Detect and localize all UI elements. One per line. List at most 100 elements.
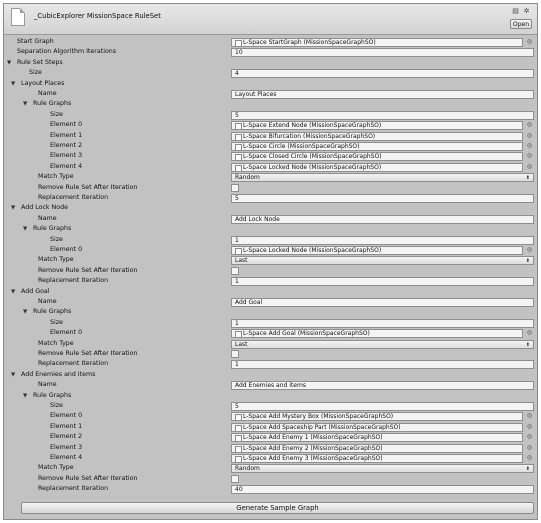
- step-0-name-field[interactable]: Layout Places: [231, 90, 534, 99]
- help-book-icon[interactable]: ▤: [511, 7, 520, 16]
- step-2-rule-graphs-foldout-label[interactable]: Rule Graphs: [33, 307, 71, 317]
- step-3-element-3-field[interactable]: L-Space Add Enemy 2 (MissionSpaceGraphSO…: [231, 443, 523, 453]
- open-button[interactable]: Open: [510, 19, 532, 29]
- step-2-rule-graphs-size-field[interactable]: 1: [231, 318, 534, 328]
- foldout-arrow-icon[interactable]: ▼: [11, 287, 15, 297]
- object-picker-icon[interactable]: ◎: [526, 328, 533, 338]
- step-1-replacement-iteration-label: Replacement Iteration: [38, 277, 109, 285]
- step-3-element-1-field[interactable]: L-Space Add Spaceship Part (MissionSpace…: [231, 422, 523, 432]
- step-1-rule-graphs-size-field[interactable]: 1: [231, 235, 534, 245]
- start-graph-label: Start Graph: [17, 38, 54, 45]
- step-0-element-1-field[interactable]: L-Space Bifurcation (MissionSpaceGraphSO…: [231, 131, 523, 141]
- step-0-match-type-dropdown[interactable]: Random ⬍: [231, 173, 534, 183]
- step-0-element-4-field[interactable]: L-Space Locked Node (MissionSpaceGraphSO…: [231, 162, 523, 172]
- step-1-element-0-field[interactable]: L-Space Locked Node (MissionSpaceGraphSO…: [231, 246, 523, 255]
- step-0-element-3-value: L-Space Closed Circle (MissionSpaceGraph…: [243, 153, 382, 161]
- object-picker-icon[interactable]: ◎: [526, 443, 533, 453]
- step-0-rule-graphs-size-row: Size 5: [4, 110, 537, 120]
- step-0-element-3-field[interactable]: L-Space Closed Circle (MissionSpaceGraph…: [231, 152, 523, 162]
- step-1-rule-graphs-foldout-label[interactable]: Rule Graphs: [33, 224, 71, 234]
- object-picker-icon[interactable]: ◎: [526, 245, 533, 255]
- step-3-match-type-dropdown[interactable]: Random ⬍: [231, 464, 534, 474]
- step-1-name-value: Add Lock Node: [235, 215, 280, 223]
- foldout-arrow-icon[interactable]: ▼: [11, 79, 15, 89]
- step-0-element-4-value: L-Space Locked Node (MissionSpaceGraphSO…: [243, 163, 382, 171]
- step-0-name-value: Layout Places: [235, 91, 277, 98]
- step-0-element-2-field[interactable]: L-Space Circle (MissionSpaceGraphSO): [231, 142, 523, 151]
- step-3-element-0-field[interactable]: L-Space Add Mystery Box (MissionSpaceGra…: [231, 412, 523, 422]
- step-3-rule-graphs-foldout-row: ▼ Rule Graphs: [4, 391, 537, 401]
- step-2-foldout-label[interactable]: Add Goal: [21, 287, 50, 297]
- object-picker-icon[interactable]: ◎: [526, 432, 533, 442]
- step-2-replacement-iteration-value: 1: [235, 361, 239, 369]
- step-1-foldout-label[interactable]: Add Lock Node: [21, 203, 68, 213]
- step-1-name-field[interactable]: Add Lock Node: [231, 214, 534, 224]
- step-3-rule-graphs-foldout-label[interactable]: Rule Graphs: [33, 391, 71, 401]
- step-2-name-field[interactable]: Add Goal: [231, 298, 534, 307]
- foldout-arrow-icon[interactable]: ▼: [23, 224, 27, 234]
- separation-iterations-field[interactable]: 10: [231, 48, 534, 58]
- foldout-arrow-icon[interactable]: ▼: [7, 58, 11, 68]
- inspector-window: _CubicExplorer MissionSpace RuleSet ▤ ✲ …: [3, 3, 538, 520]
- step-1-replacement-iteration-field[interactable]: 1: [231, 277, 534, 287]
- step-0-remove-after-iteration-checkbox[interactable]: [231, 183, 239, 192]
- step-1-match-type-dropdown[interactable]: Last ⬍: [231, 256, 534, 266]
- step-3-name-label: Name: [38, 381, 57, 389]
- step-3-element-2-field[interactable]: L-Space Add Enemy 1 (MissionSpaceGraphSO…: [231, 433, 523, 443]
- step-3-rule-graphs-size-value: 5: [235, 403, 239, 410]
- foldout-arrow-icon[interactable]: ▼: [23, 391, 27, 401]
- rule-set-steps-foldout-label[interactable]: Rule Set Steps: [17, 58, 63, 68]
- settings-gear-icon[interactable]: ✲: [522, 7, 531, 16]
- object-asset-icon: [235, 331, 242, 338]
- step-3-element-4-field[interactable]: L-Space Add Enemy 3 (MissionSpaceGraphSO…: [231, 454, 523, 463]
- object-picker-icon[interactable]: ◎: [526, 151, 533, 161]
- object-picker-icon[interactable]: ◎: [526, 162, 533, 172]
- object-picker-icon[interactable]: ◎: [526, 141, 533, 151]
- foldout-arrow-icon[interactable]: ▼: [11, 203, 15, 213]
- step-2-element-0-field[interactable]: L-Space Add Goal (MissionSpaceGraphSO): [231, 329, 523, 339]
- foldout-arrow-icon[interactable]: ▼: [23, 307, 27, 317]
- object-picker-icon[interactable]: ◎: [526, 411, 533, 421]
- object-picker-icon[interactable]: ◎: [526, 422, 533, 432]
- step-3-replacement-iteration-value: 40: [235, 486, 243, 494]
- step-1-match-type-row: Match Type Last ⬍: [4, 255, 537, 266]
- step-0-element-0-field[interactable]: L-Space Extend Node (MissionSpaceGraphSO…: [231, 121, 523, 131]
- step-2-match-type-dropdown[interactable]: Last ⬍: [231, 339, 534, 349]
- object-picker-icon[interactable]: ◎: [526, 37, 533, 47]
- foldout-arrow-icon[interactable]: ▼: [23, 99, 27, 109]
- step-3-element-1-value: L-Space Add Spaceship Part (MissionSpace…: [243, 423, 401, 431]
- step-1-foldout-row: ▼ Add Lock Node: [4, 203, 537, 213]
- step-3-foldout-label[interactable]: Add Enemies and items: [21, 370, 95, 380]
- step-0-element-2-row: Element 2 L-Space Circle (MissionSpaceGra…: [4, 141, 537, 151]
- generate-sample-graph-button[interactable]: Generate Sample Graph: [21, 502, 534, 514]
- step-3-remove-after-iteration-checkbox[interactable]: [231, 474, 239, 483]
- step-2-remove-after-iteration-checkbox[interactable]: [231, 350, 239, 358]
- step-0-foldout-label[interactable]: Layout Places: [21, 79, 64, 89]
- step-3-element-0-row: Element 0 L-Space Add Mystery Box (Missio…: [4, 411, 537, 422]
- step-0-remove-after-iteration-row: Remove Rule Set After Iteration: [4, 183, 537, 193]
- step-0-rule-graphs-foldout-label[interactable]: Rule Graphs: [33, 99, 71, 109]
- dropdown-arrow-icon: ⬍: [525, 341, 530, 348]
- step-3-name-field[interactable]: Add Enemies and items: [231, 381, 534, 391]
- foldout-arrow-icon[interactable]: ▼: [11, 370, 15, 380]
- step-0-rule-graphs-size-value: 5: [235, 111, 239, 119]
- object-picker-icon[interactable]: ◎: [526, 131, 533, 141]
- object-picker-icon[interactable]: ◎: [526, 453, 533, 463]
- object-asset-icon: [235, 414, 242, 421]
- step-1-name-row: Name Add Lock Node: [4, 214, 537, 224]
- rule-set-steps-foldout-row: ▼ Rule Set Steps: [4, 58, 537, 68]
- step-1-rule-graphs-size-row: Size 1: [4, 235, 537, 245]
- step-2-replacement-iteration-field[interactable]: 1: [231, 360, 534, 370]
- step-3-replacement-iteration-field[interactable]: 40: [231, 485, 534, 495]
- step-0-replacement-iteration-field[interactable]: 5: [231, 194, 534, 203]
- step-1-element-0-row: Element 0 L-Space Locked Node (MissionSpa…: [4, 245, 537, 255]
- step-1-remove-after-iteration-checkbox[interactable]: [231, 266, 239, 275]
- step-0-rule-graphs-size-field[interactable]: 5: [231, 110, 534, 120]
- object-picker-icon[interactable]: ◎: [526, 120, 533, 130]
- step-3-match-type-value: Random: [235, 465, 260, 473]
- step-3-name-value: Add Enemies and items: [235, 382, 306, 390]
- object-asset-icon: [235, 133, 242, 140]
- start-graph-field[interactable]: L-Space StartGraph (MissionSpaceGraphSO): [231, 38, 523, 47]
- rule-set-steps-size-field[interactable]: 4: [231, 69, 534, 79]
- step-3-rule-graphs-size-field[interactable]: 5: [231, 402, 534, 411]
